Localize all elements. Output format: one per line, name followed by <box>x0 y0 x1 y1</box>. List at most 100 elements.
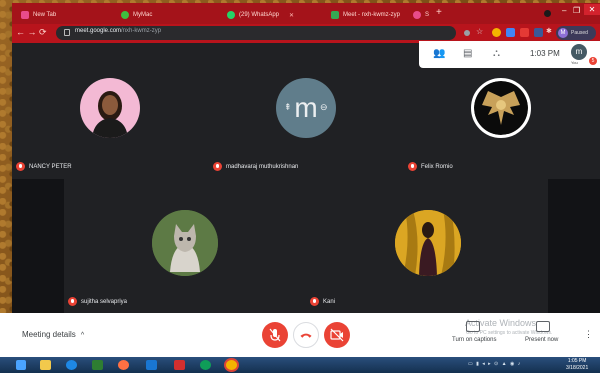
windows-taskbar: ▭ ▮ ◂ ▸ ⊙ ▲ ◉ ♪ 1:05 PM 3/18/2021 <box>0 357 600 373</box>
tab-mymac[interactable]: MyMac <box>116 7 212 23</box>
url-text: meet.google.com/nxh-kwmz-zyp <box>75 28 161 34</box>
excel-icon[interactable] <box>92 360 103 370</box>
leave-call-button[interactable] <box>293 322 319 348</box>
star-icon[interactable]: ☆ <box>476 27 485 36</box>
extension-icon[interactable] <box>520 28 529 37</box>
remove-icon[interactable]: ⊖ <box>320 102 328 113</box>
meeting-details-label: Meeting details <box>22 330 76 339</box>
hang-up-icon <box>300 333 312 338</box>
profile-button[interactable]: M Paused <box>556 26 596 40</box>
mic-off-icon <box>68 297 77 306</box>
mic-off-icon <box>16 162 25 171</box>
notification-badge: 5 <box>589 57 597 65</box>
winged-emblem-icon <box>474 81 528 135</box>
participant-name: sujitha selvapriya <box>81 298 128 305</box>
tab-whatsapp[interactable]: (29) WhatsApp ✕ <box>222 7 322 23</box>
activities-icon[interactable]: ⛬ <box>493 48 500 59</box>
profile-status: Paused <box>571 30 588 36</box>
maximize-button[interactable]: ❐ <box>573 6 580 15</box>
browser-window: New Tab MyMac (29) WhatsApp ✕ Meet - nxh… <box>12 3 600 353</box>
left-empty-panel <box>12 179 64 313</box>
participant-name: Kani <box>323 298 336 305</box>
tab-label: S <box>424 12 429 18</box>
extension-icon[interactable] <box>492 28 501 37</box>
file-explorer-icon[interactable] <box>40 360 51 370</box>
store-icon[interactable] <box>146 360 157 370</box>
edge-icon[interactable] <box>200 360 211 370</box>
s-favicon-icon <box>413 11 421 19</box>
url-host: meet.google.com <box>75 28 122 34</box>
person-photo-icon <box>395 210 461 276</box>
tab-new-tab[interactable]: New Tab <box>16 7 108 23</box>
mic-off-icon <box>310 297 319 306</box>
tab-s[interactable]: S <box>408 7 434 23</box>
start-icon[interactable] <box>16 360 26 370</box>
mic-off-icon <box>213 162 222 171</box>
meeting-details-button[interactable]: Meeting details ^ <box>22 330 84 339</box>
camera-toggle-button[interactable] <box>324 322 350 348</box>
meet-favicon-icon <box>331 11 339 19</box>
pin-icon[interactable]: ⇞ <box>284 102 292 113</box>
mic-off-icon <box>408 162 417 171</box>
chat-icon[interactable]: ▤ <box>463 48 472 59</box>
participant-name: Felix Romio <box>421 163 453 170</box>
participant-name-row: Felix Romio <box>408 162 453 171</box>
firefox-icon[interactable] <box>118 360 129 370</box>
participant-avatar <box>471 78 531 138</box>
minimize-button[interactable]: – <box>562 6 566 15</box>
cat-photo-icon <box>152 210 218 276</box>
self-avatar[interactable]: m <box>571 44 587 60</box>
new-tab-favicon-icon <box>21 11 29 19</box>
tab-strip: New Tab MyMac (29) WhatsApp ✕ Meet - nxh… <box>12 3 600 24</box>
extension-icon[interactable] <box>534 28 543 37</box>
meeting-clock: 1:03 PM <box>530 49 560 58</box>
mic-toggle-button[interactable] <box>262 322 288 348</box>
present-icon[interactable] <box>536 321 550 332</box>
participant-avatar <box>80 78 140 138</box>
participant-name-row: Kani <box>310 297 335 306</box>
participant-name: NANCY PETER <box>29 163 72 170</box>
chrome-icon[interactable] <box>226 360 237 370</box>
extension-icon[interactable] <box>506 28 515 37</box>
tab-label: Meet - nxh-kwmz-zyp <box>343 12 401 18</box>
lock-icon <box>64 29 70 36</box>
tab-label: MyMac <box>133 12 153 18</box>
participant-avatar: m ⇞ ⊖ <box>276 78 336 138</box>
mic-off-icon <box>269 328 281 342</box>
meet-top-toolbar: 👥 ▤ ⛬ 1:03 PM m You 5 <box>419 41 600 68</box>
nav-buttons[interactable]: ← → ⟳ <box>16 27 47 38</box>
participant-avatar <box>152 210 218 276</box>
system-tray[interactable]: ▭ ▮ ◂ ▸ ⊙ ▲ ◉ ♪ <box>468 361 521 367</box>
new-tab-button[interactable]: + <box>436 7 442 18</box>
camera-indicator-icon[interactable] <box>464 30 470 36</box>
participant-name-row: NANCY PETER <box>16 162 72 171</box>
tab-close-icon[interactable]: ✕ <box>289 12 294 19</box>
tab-label: (29) WhatsApp <box>239 12 280 18</box>
record-indicator-icon <box>544 10 551 17</box>
close-window-button[interactable]: ✕ <box>584 4 600 15</box>
chevron-up-icon: ^ <box>80 332 85 339</box>
clock-time: 1:05 PM <box>567 358 587 364</box>
acrobat-icon[interactable] <box>174 360 185 370</box>
whatsapp-favicon-icon <box>227 11 235 19</box>
tab-meet[interactable]: Meet - nxh-kwmz-zyp <box>326 7 412 23</box>
ie-icon[interactable] <box>66 360 77 370</box>
url-bar[interactable]: meet.google.com/nxh-kwmz-zyp <box>56 26 456 40</box>
people-icon[interactable]: 👥 <box>433 48 445 59</box>
url-path: /nxh-kwmz-zyp <box>121 28 162 34</box>
clock-date: 3/18/2021 <box>566 365 589 371</box>
captions-icon[interactable] <box>466 321 480 332</box>
participant-avatar <box>395 210 461 276</box>
participant-name: madhavaraj muthukrishnan <box>226 163 299 170</box>
captions-button[interactable]: Turn on captions <box>452 337 496 343</box>
right-empty-panel <box>548 179 600 313</box>
puzzle-icon[interactable]: ✱ <box>546 27 555 36</box>
more-options-icon[interactable]: ⋮ <box>584 329 593 340</box>
taskbar-clock[interactable]: 1:05 PM 3/18/2021 <box>566 358 588 372</box>
present-now-button[interactable]: Present now <box>525 337 558 343</box>
meet-bottom-bar: Meeting details ^ Activate Windows Go to … <box>0 313 600 357</box>
self-label: You <box>571 60 578 65</box>
participant-name-row: madhavaraj muthukrishnan <box>213 162 298 171</box>
tab-label: New Tab <box>33 12 57 18</box>
person-photo-icon <box>92 91 128 138</box>
